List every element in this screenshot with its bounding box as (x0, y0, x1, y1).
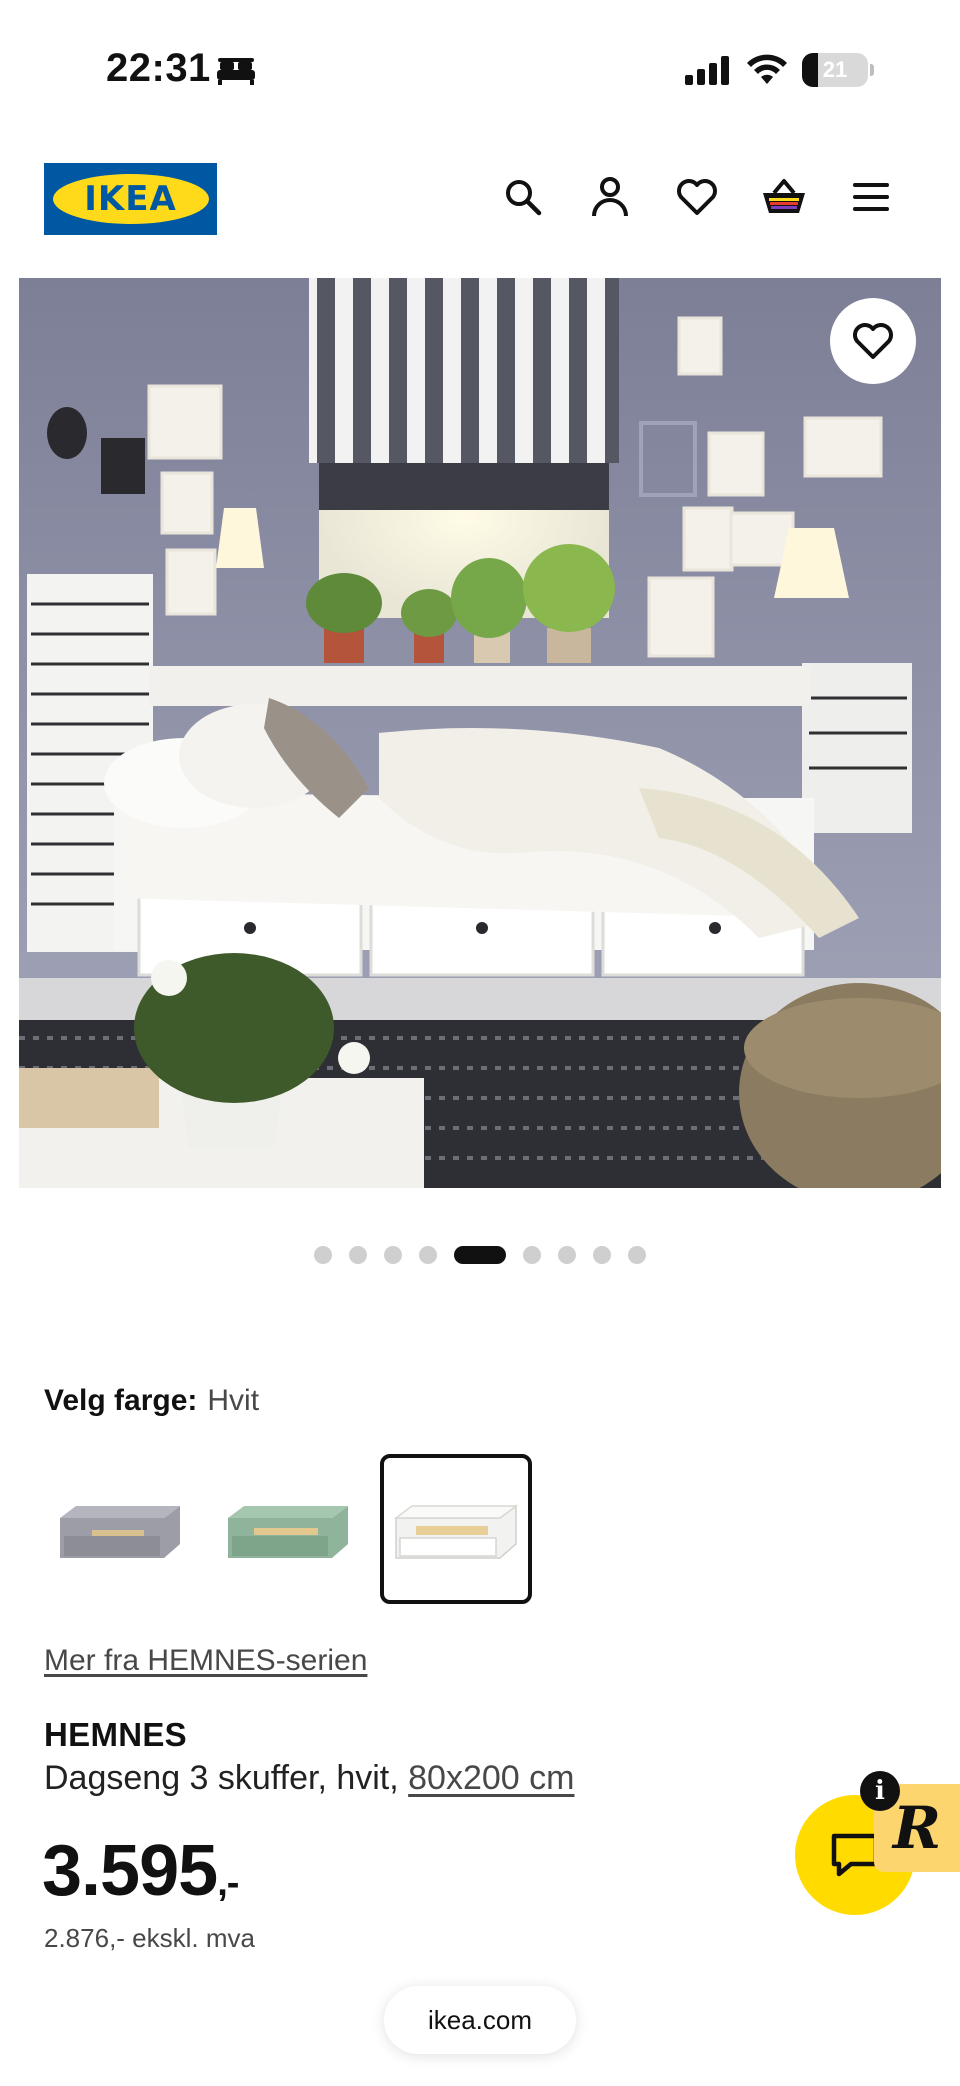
carousel-dot[interactable] (628, 1246, 646, 1264)
account-icon[interactable] (587, 174, 633, 220)
carousel-dot[interactable] (523, 1246, 541, 1264)
product-name: HEMNES (44, 1716, 187, 1753)
color-picker-label: Velg farge: Hvit (44, 1384, 259, 1418)
status-bar: 22:31 21 (0, 0, 960, 130)
color-label-text: Velg farge: (44, 1384, 198, 1417)
battery-level: 21 (822, 57, 848, 82)
bed-icon (217, 58, 255, 85)
product-description: Dagseng 3 skuffer, hvit, 80x200 cm (44, 1759, 574, 1798)
price-value: 3.595 (42, 1831, 218, 1911)
room-scene-image[interactable] (19, 278, 941, 1188)
heart-icon[interactable] (674, 174, 720, 220)
carousel-dot[interactable] (349, 1246, 367, 1264)
site-header: IKEA (0, 160, 960, 236)
carousel-dot[interactable] (593, 1246, 611, 1264)
heart-icon (853, 323, 893, 359)
menu-icon[interactable] (848, 174, 894, 220)
size-link[interactable]: 80x200 cm (408, 1759, 574, 1797)
price-excl-vat: 2.876,- ekskl. mva (44, 1923, 255, 1953)
signal-icon (685, 56, 729, 85)
price-suffix: ,- (217, 1862, 239, 1904)
swatch-grey[interactable] (44, 1454, 196, 1604)
product-price: 3.595,- (42, 1830, 239, 1912)
r-badge-letter: R (892, 1794, 942, 1862)
color-value: Hvit (207, 1384, 260, 1417)
carousel-dot[interactable] (558, 1246, 576, 1264)
carousel-dot[interactable] (419, 1246, 437, 1264)
status-time: 22:31 (106, 46, 211, 90)
swatch-green[interactable] (212, 1454, 364, 1604)
carousel-dot[interactable] (314, 1246, 332, 1264)
series-link[interactable]: Mer fra HEMNES-serien (44, 1644, 367, 1678)
ikea-logo[interactable]: IKEA (44, 163, 217, 235)
product-description-text: Dagseng 3 skuffer, hvit, (44, 1759, 409, 1797)
battery-icon: 21 (802, 53, 868, 87)
search-icon[interactable] (500, 174, 546, 220)
logo-text: IKEA (84, 179, 177, 219)
address-bar[interactable]: ikea.com (384, 1986, 576, 2054)
shopping-basket-icon[interactable] (761, 174, 807, 220)
save-to-favorites-button[interactable] (830, 298, 916, 384)
swatch-white[interactable] (380, 1454, 532, 1604)
info-icon[interactable]: i (860, 1771, 900, 1811)
color-swatches (44, 1454, 532, 1604)
carousel-indicator (0, 1246, 960, 1264)
carousel-dot[interactable] (384, 1246, 402, 1264)
wifi-icon (747, 54, 787, 84)
carousel-dot-active[interactable] (454, 1246, 506, 1264)
